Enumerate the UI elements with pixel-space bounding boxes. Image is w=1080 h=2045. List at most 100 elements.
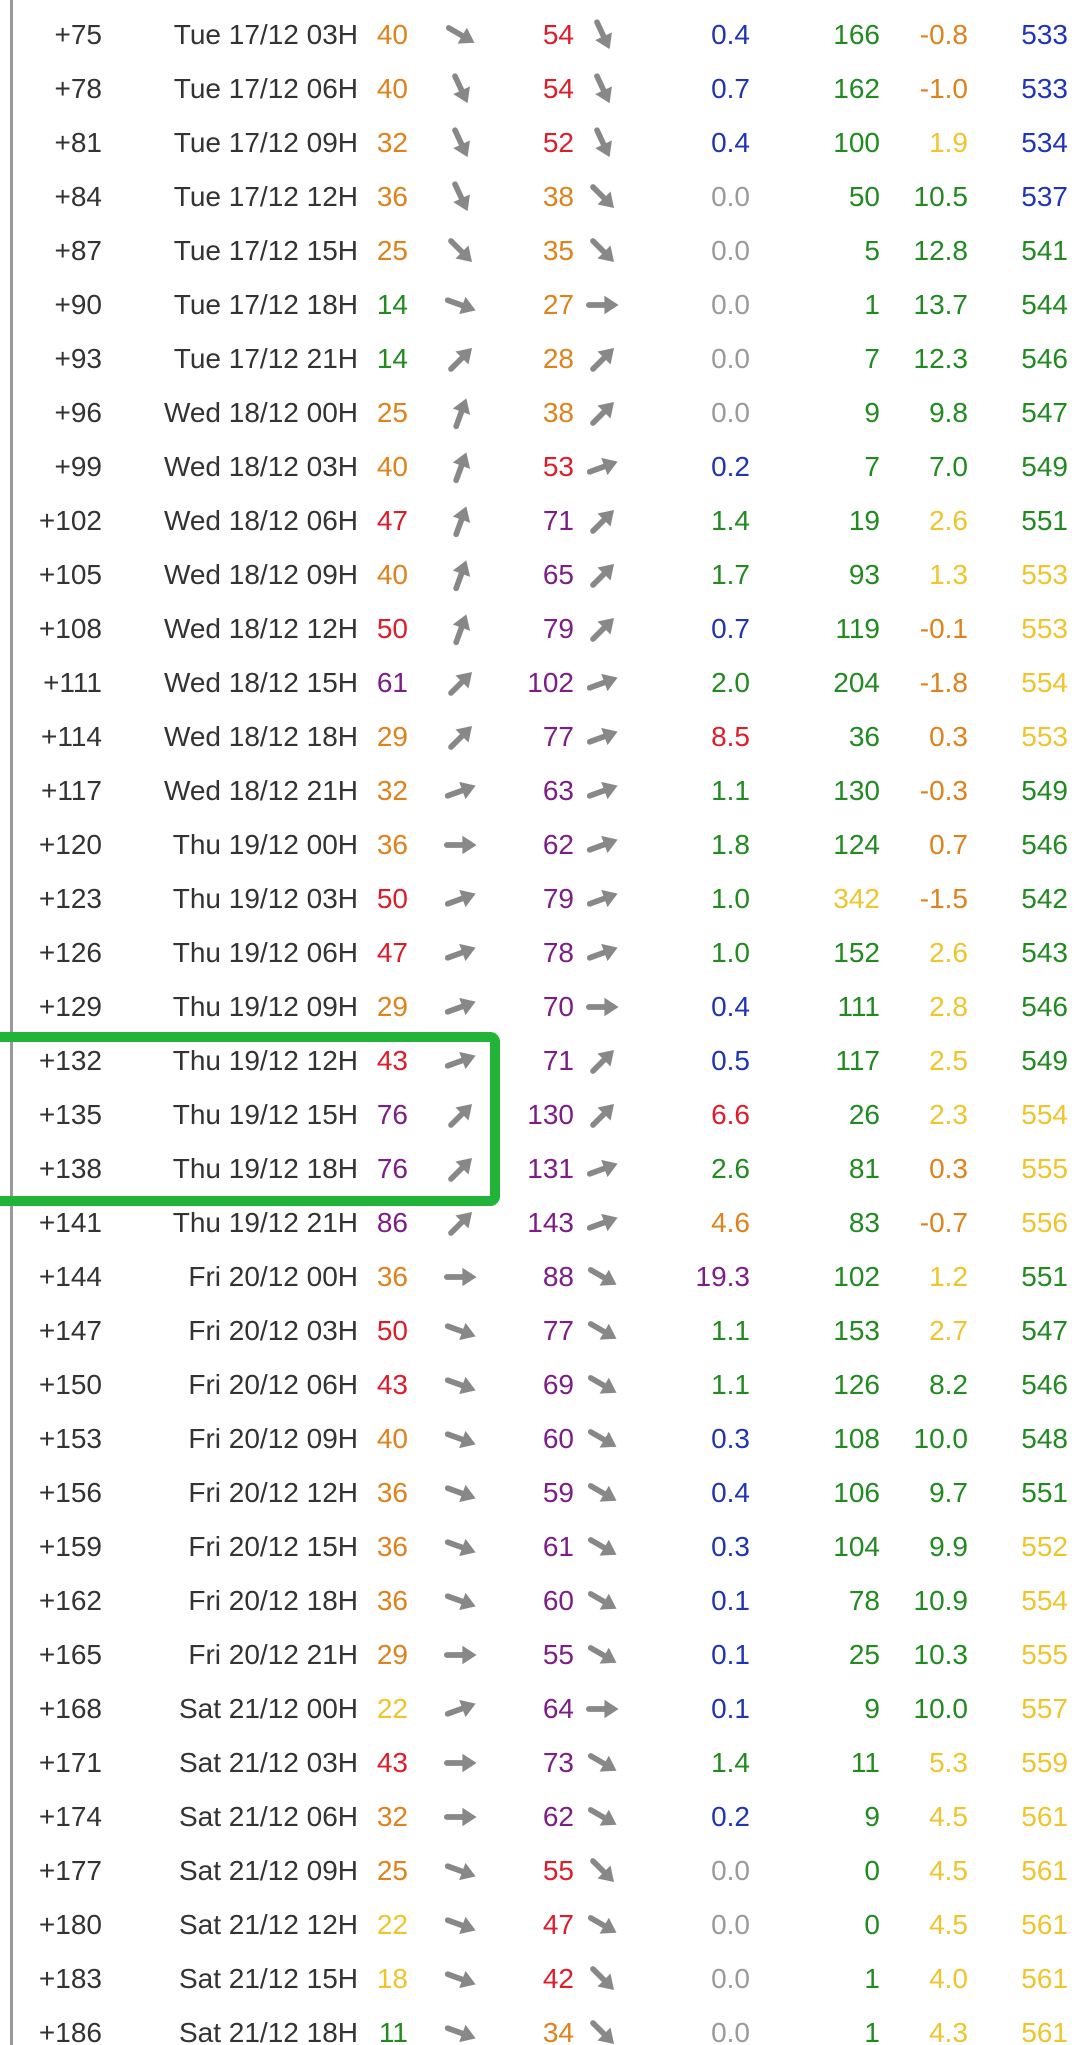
table-row: +102 Wed 18/12 06H 47 71 1.4 19 2.6 551 — [0, 494, 1080, 548]
gust-speed: 131 — [527, 1153, 574, 1184]
value-col-7: 4.3 — [929, 2017, 968, 2045]
gust-speed: 28 — [542, 343, 574, 374]
value-col-7: 1.2 — [929, 1261, 968, 1292]
table-row: +114 Wed 18/12 18H 29 77 8.5 36 0.3 553 — [0, 710, 1080, 764]
value-col-8: 557 — [1021, 1693, 1068, 1724]
forecast-date: Tue 17/12 12H — [173, 181, 358, 212]
gust-speed: 54 — [542, 19, 574, 50]
value-col-7: 4.5 — [929, 1855, 968, 1886]
gust-speed: 60 — [542, 1585, 574, 1616]
wind-direction-arrow-icon — [444, 1152, 478, 1186]
value-col-8: 533 — [1021, 73, 1068, 104]
wind-speed: 25 — [376, 397, 408, 428]
forecast-step: +105 — [38, 559, 102, 590]
forecast-date: Thu 19/12 12H — [172, 1045, 358, 1076]
wind-direction-arrow-icon — [444, 234, 478, 268]
wind-speed: 47 — [376, 937, 408, 968]
forecast-step: +141 — [38, 1207, 102, 1238]
value-col-6: 0 — [864, 1909, 880, 1940]
gust-direction-arrow-icon — [586, 1422, 620, 1456]
value-col-7: -0.8 — [919, 19, 968, 50]
gust-direction-arrow-icon — [586, 288, 620, 322]
wind-direction-arrow-icon — [444, 1746, 478, 1780]
value-col-6: 1 — [864, 1963, 880, 1994]
table-row: +90 Tue 17/12 18H 14 27 0.0 1 13.7 544 — [0, 278, 1080, 332]
wind-direction-arrow-icon — [444, 1422, 478, 1456]
precipitation: 1.4 — [711, 1747, 750, 1778]
table-row: +96 Wed 18/12 00H 25 38 0.0 9 9.8 547 — [0, 386, 1080, 440]
wind-speed: 40 — [376, 451, 408, 482]
forecast-step: +186 — [38, 2017, 102, 2045]
precipitation: 6.6 — [711, 1099, 750, 1130]
forecast-date: Wed 18/12 06H — [163, 505, 358, 536]
value-col-7: 1.9 — [929, 127, 968, 158]
gust-speed: 71 — [542, 505, 574, 536]
value-col-7: 9.7 — [929, 1477, 968, 1508]
gust-direction-arrow-icon — [586, 1638, 620, 1672]
value-col-6: 26 — [848, 1099, 880, 1130]
gust-direction-arrow-icon — [586, 72, 620, 106]
table-row: +129 Thu 19/12 09H 29 70 0.4 111 2.8 546 — [0, 980, 1080, 1034]
forecast-date: Tue 17/12 15H — [173, 235, 358, 266]
gust-direction-arrow-icon — [586, 1746, 620, 1780]
precipitation: 1.4 — [711, 505, 750, 536]
table-row: +168 Sat 21/12 00H 22 64 0.1 9 10.0 557 — [0, 1682, 1080, 1736]
precipitation: 0.7 — [711, 73, 750, 104]
forecast-date: Tue 17/12 18H — [173, 289, 358, 320]
value-col-7: 10.9 — [913, 1585, 969, 1616]
wind-direction-arrow-icon — [444, 882, 478, 916]
wind-speed: 36 — [376, 1585, 408, 1616]
forecast-date: Thu 19/12 06H — [172, 937, 358, 968]
wind-direction-arrow-icon — [444, 1530, 478, 1564]
wind-speed: 40 — [376, 19, 408, 50]
value-col-6: 7 — [864, 343, 880, 374]
value-col-8: 546 — [1021, 829, 1068, 860]
value-col-6: 130 — [833, 775, 880, 806]
table-row: +165 Fri 20/12 21H 29 55 0.1 25 10.3 555 — [0, 1628, 1080, 1682]
wind-direction-arrow-icon — [444, 504, 478, 538]
value-col-8: 551 — [1021, 1261, 1068, 1292]
wind-direction-arrow-icon — [444, 1800, 478, 1834]
wind-direction-arrow-icon — [444, 1692, 478, 1726]
wind-speed: 43 — [376, 1747, 408, 1778]
wind-speed: 40 — [376, 73, 408, 104]
value-col-7: 8.2 — [929, 1369, 968, 1400]
forecast-step: +117 — [41, 775, 102, 806]
value-col-8: 552 — [1021, 1531, 1068, 1562]
gust-direction-arrow-icon — [586, 1800, 620, 1834]
value-col-7: 4.5 — [929, 1909, 968, 1940]
forecast-step: +87 — [54, 235, 103, 266]
wind-direction-arrow-icon — [444, 1098, 478, 1132]
precipitation: 0.0 — [711, 235, 750, 266]
table-row: +162 Fri 20/12 18H 36 60 0.1 78 10.9 554 — [0, 1574, 1080, 1628]
wind-speed: 76 — [376, 1153, 408, 1184]
table-row: +75 Tue 17/12 03H 40 54 0.4 166 -0.8 533 — [0, 8, 1080, 62]
precipitation: 0.4 — [711, 1477, 750, 1508]
precipitation: 1.1 — [711, 1369, 750, 1400]
forecast-date: Wed 18/12 21H — [163, 775, 358, 806]
forecast-step: +159 — [38, 1531, 102, 1562]
table-row: +78 Tue 17/12 06H 40 54 0.7 162 -1.0 533 — [0, 62, 1080, 116]
value-col-7: 10.5 — [913, 181, 969, 212]
gust-speed: 79 — [542, 613, 574, 644]
precipitation: 0.3 — [711, 1423, 750, 1454]
wind-speed: 43 — [376, 1369, 408, 1400]
forecast-step: +99 — [54, 451, 103, 482]
wind-direction-arrow-icon — [444, 1044, 478, 1078]
gust-speed: 62 — [542, 829, 574, 860]
value-col-7: 9.9 — [929, 1531, 968, 1562]
precipitation: 0.0 — [711, 181, 750, 212]
precipitation: 0.0 — [711, 397, 750, 428]
value-col-8: 547 — [1021, 397, 1068, 428]
value-col-6: 81 — [848, 1153, 880, 1184]
value-col-8: 546 — [1021, 1369, 1068, 1400]
forecast-step: +120 — [38, 829, 102, 860]
value-col-7: -1.8 — [919, 667, 968, 698]
value-col-8: 555 — [1021, 1153, 1068, 1184]
wind-direction-arrow-icon — [444, 18, 478, 52]
forecast-date: Thu 19/12 03H — [172, 883, 358, 914]
value-col-7: 2.8 — [929, 991, 968, 1022]
forecast-date: Fri 20/12 15H — [188, 1531, 358, 1562]
forecast-step: +162 — [38, 1585, 102, 1616]
value-col-8: 555 — [1021, 1639, 1068, 1670]
